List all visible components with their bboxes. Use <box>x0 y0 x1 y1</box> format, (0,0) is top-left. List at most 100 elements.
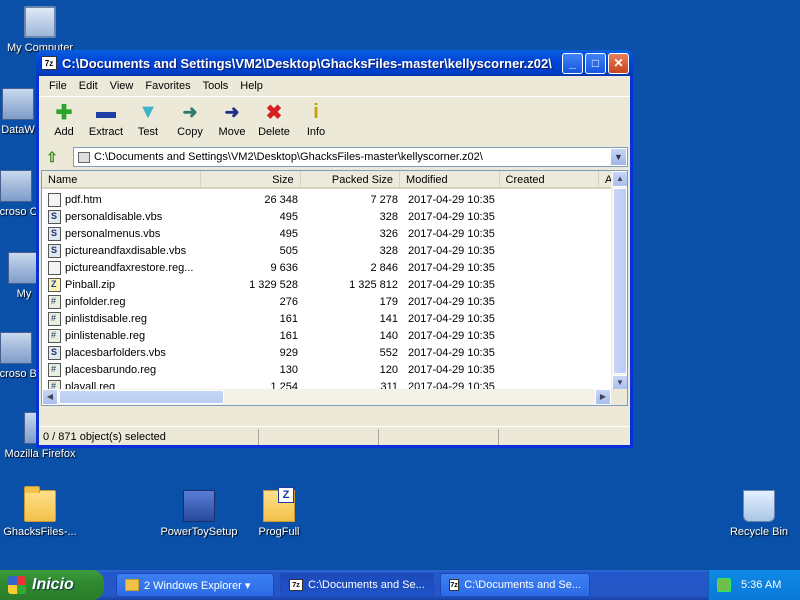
move-button[interactable]: ➜ Move <box>211 97 253 139</box>
file-icon <box>48 311 61 326</box>
column-header-name[interactable]: Name <box>42 171 202 189</box>
cell-size: 505 <box>279 244 298 257</box>
info-icon: i <box>313 100 319 123</box>
scroll-right-button[interactable]: ▶ <box>595 389 611 405</box>
cell-size: 161 <box>279 312 298 325</box>
extract-button[interactable]: ▬ Extract <box>85 97 127 139</box>
cell-name: placesbarundo.reg <box>42 362 202 377</box>
taskbar-item-label: 2 Windows Explorer ▾ <box>144 579 251 592</box>
table-row[interactable]: placesbarundo.reg 130 120 2017-04-29 10:35 <box>42 361 611 378</box>
title-bar[interactable]: 7z C:\Documents and Settings\VM2\Desktop… <box>36 50 633 76</box>
table-row[interactable]: personalmenus.vbs 495 326 2017-04-29 10:35 <box>42 225 611 242</box>
desktop-icon-progfull[interactable]: ProgFull <box>239 487 319 538</box>
table-row[interactable]: Pinball.zip 1 329 528 1 325 812 2017-04-29 … <box>42 276 611 293</box>
archive-file-icon <box>78 151 90 163</box>
cell-name: pictureandfaxdisable.vbs <box>42 243 202 258</box>
info-button[interactable]: i Info <box>295 97 337 139</box>
menu-edit[interactable]: Edit <box>73 80 104 92</box>
file-name: pdf.htm <box>65 193 102 206</box>
file-name: pictureandfaxrestore.reg... <box>65 261 194 274</box>
cell-packed-size: 2 846 <box>370 261 398 274</box>
column-header-attributes[interactable]: A <box>599 171 611 189</box>
up-folder-button[interactable]: ⇧ <box>41 147 63 167</box>
maximize-button[interactable]: □ <box>585 52 606 74</box>
address-dropdown-button[interactable]: ▼ <box>610 148 627 166</box>
copy-button[interactable]: ➜ Copy <box>169 97 211 139</box>
delete-button[interactable]: ✖ Delete <box>253 97 295 139</box>
desktop-icon-label: PowerToySetup <box>160 526 238 538</box>
menu-file[interactable]: File <box>43 80 73 92</box>
column-header-packed-size[interactable]: Packed Size <box>301 171 401 189</box>
taskbar-item-windows-explorer[interactable]: 2 Windows Explorer ▾ <box>116 573 274 597</box>
add-button[interactable]: ✚ Add <box>43 97 85 139</box>
cell-packed-size: 179 <box>379 295 398 308</box>
file-list[interactable]: Name Size Packed Size Modified Created A… <box>41 170 628 406</box>
7zip-app-icon: 7z <box>41 56 57 70</box>
cell-packed-size: 326 <box>379 227 398 240</box>
menu-view[interactable]: View <box>104 80 140 92</box>
cell-modified: 2017-04-29 10:35 <box>408 244 495 257</box>
archive-folder-icon <box>263 487 295 522</box>
cell-packed-size: 7 278 <box>370 193 398 206</box>
cell-name: placesbarfolders.vbs <box>42 345 202 360</box>
cell-name: pinfolder.reg <box>42 294 202 309</box>
clock[interactable]: 5:36 AM <box>741 579 781 591</box>
table-row[interactable]: personaldisable.vbs 495 328 2017-04-29 10:3… <box>42 208 611 225</box>
cell-name: pdf.htm <box>42 192 202 207</box>
table-row[interactable]: pictureandfaxrestore.reg... 9 636 2 846 201… <box>42 259 611 276</box>
checkmark-icon: ▼ <box>138 100 158 123</box>
system-tray: 5:36 AM <box>708 570 800 600</box>
file-icon <box>48 362 61 377</box>
cell-modified: 2017-04-29 10:35 <box>408 312 495 325</box>
test-button[interactable]: ▼ Test <box>127 97 169 139</box>
recycle-bin-icon <box>743 490 775 522</box>
vertical-scroll-thumb[interactable] <box>613 188 627 374</box>
tool-label: Copy <box>177 126 203 138</box>
table-row[interactable]: pinlistdisable.reg 161 141 2017-04-29 10:35 <box>42 310 611 327</box>
cell-modified: 2017-04-29 10:35 <box>408 193 495 206</box>
cell-modified: 2017-04-29 10:35 <box>408 295 495 308</box>
start-button[interactable]: Inicio <box>0 570 104 600</box>
cell-packed-size: 141 <box>379 312 398 325</box>
menu-favorites[interactable]: Favorites <box>139 80 196 92</box>
file-icon <box>48 226 61 241</box>
scroll-up-button[interactable]: ▲ <box>612 171 627 187</box>
taskbar-item-7zip-1[interactable]: 7z C:\Documents and Se... <box>280 573 434 597</box>
minimize-button[interactable]: _ <box>562 52 583 74</box>
scroll-left-button[interactable]: ◀ <box>42 389 58 405</box>
column-header-size[interactable]: Size <box>201 171 301 189</box>
horizontal-scroll-thumb[interactable] <box>59 390 224 404</box>
windows-logo-icon <box>8 576 26 594</box>
setup-icon <box>183 490 215 522</box>
vertical-scrollbar[interactable]: ▲ ▼ <box>611 171 627 391</box>
menu-tools[interactable]: Tools <box>197 80 235 92</box>
desktop-icon-ghacksfiles[interactable]: GhacksFiles-... <box>0 486 80 538</box>
table-row[interactable]: pinfolder.reg 276 179 2017-04-29 10:35 <box>42 293 611 310</box>
table-row[interactable]: placesbarfolders.vbs 929 552 2017-04-29 10:… <box>42 344 611 361</box>
desktop-icon-label: Recycle Bin <box>729 526 789 538</box>
cell-modified: 2017-04-29 10:35 <box>408 329 495 342</box>
address-text: C:\Documents and Settings\VM2\Desktop\Gh… <box>94 151 483 163</box>
column-header-created[interactable]: Created <box>500 171 599 189</box>
file-manager-window: 7z C:\Documents and Settings\VM2\Desktop… <box>36 50 633 448</box>
table-row[interactable]: pinlistenable.reg 161 140 2017-04-29 10:35 <box>42 327 611 344</box>
plus-icon: ✚ <box>55 101 73 124</box>
desktop-icon-recycle-bin[interactable]: Recycle Bin <box>719 490 799 538</box>
table-row[interactable]: pictureandfaxdisable.vbs 505 328 2017-04-29… <box>42 242 611 259</box>
file-icon <box>48 277 61 292</box>
desktop-icon-powertoysetup[interactable]: PowerToySetup <box>159 490 239 538</box>
7zip-app-icon: 7z <box>289 579 303 591</box>
file-name: pinlistdisable.reg <box>65 312 147 325</box>
column-header-modified[interactable]: Modified <box>400 171 500 189</box>
horizontal-scrollbar[interactable]: ◀ ▶ <box>42 389 611 405</box>
address-field[interactable]: C:\Documents and Settings\VM2\Desktop\Gh… <box>73 147 628 167</box>
cell-name: pinlistdisable.reg <box>42 311 202 326</box>
close-button[interactable]: ✕ <box>608 52 629 74</box>
folder-icon <box>125 579 139 591</box>
network-icon[interactable] <box>717 578 731 592</box>
desktop-icon-my-computer[interactable]: My Computer <box>0 6 80 54</box>
cell-packed-size: 1 325 812 <box>349 278 398 291</box>
menu-help[interactable]: Help <box>234 80 269 92</box>
table-row[interactable]: pdf.htm 26 348 7 278 2017-04-29 10:35 <box>42 191 611 208</box>
taskbar-item-7zip-2[interactable]: 7z C:\Documents and Se... <box>440 573 590 597</box>
